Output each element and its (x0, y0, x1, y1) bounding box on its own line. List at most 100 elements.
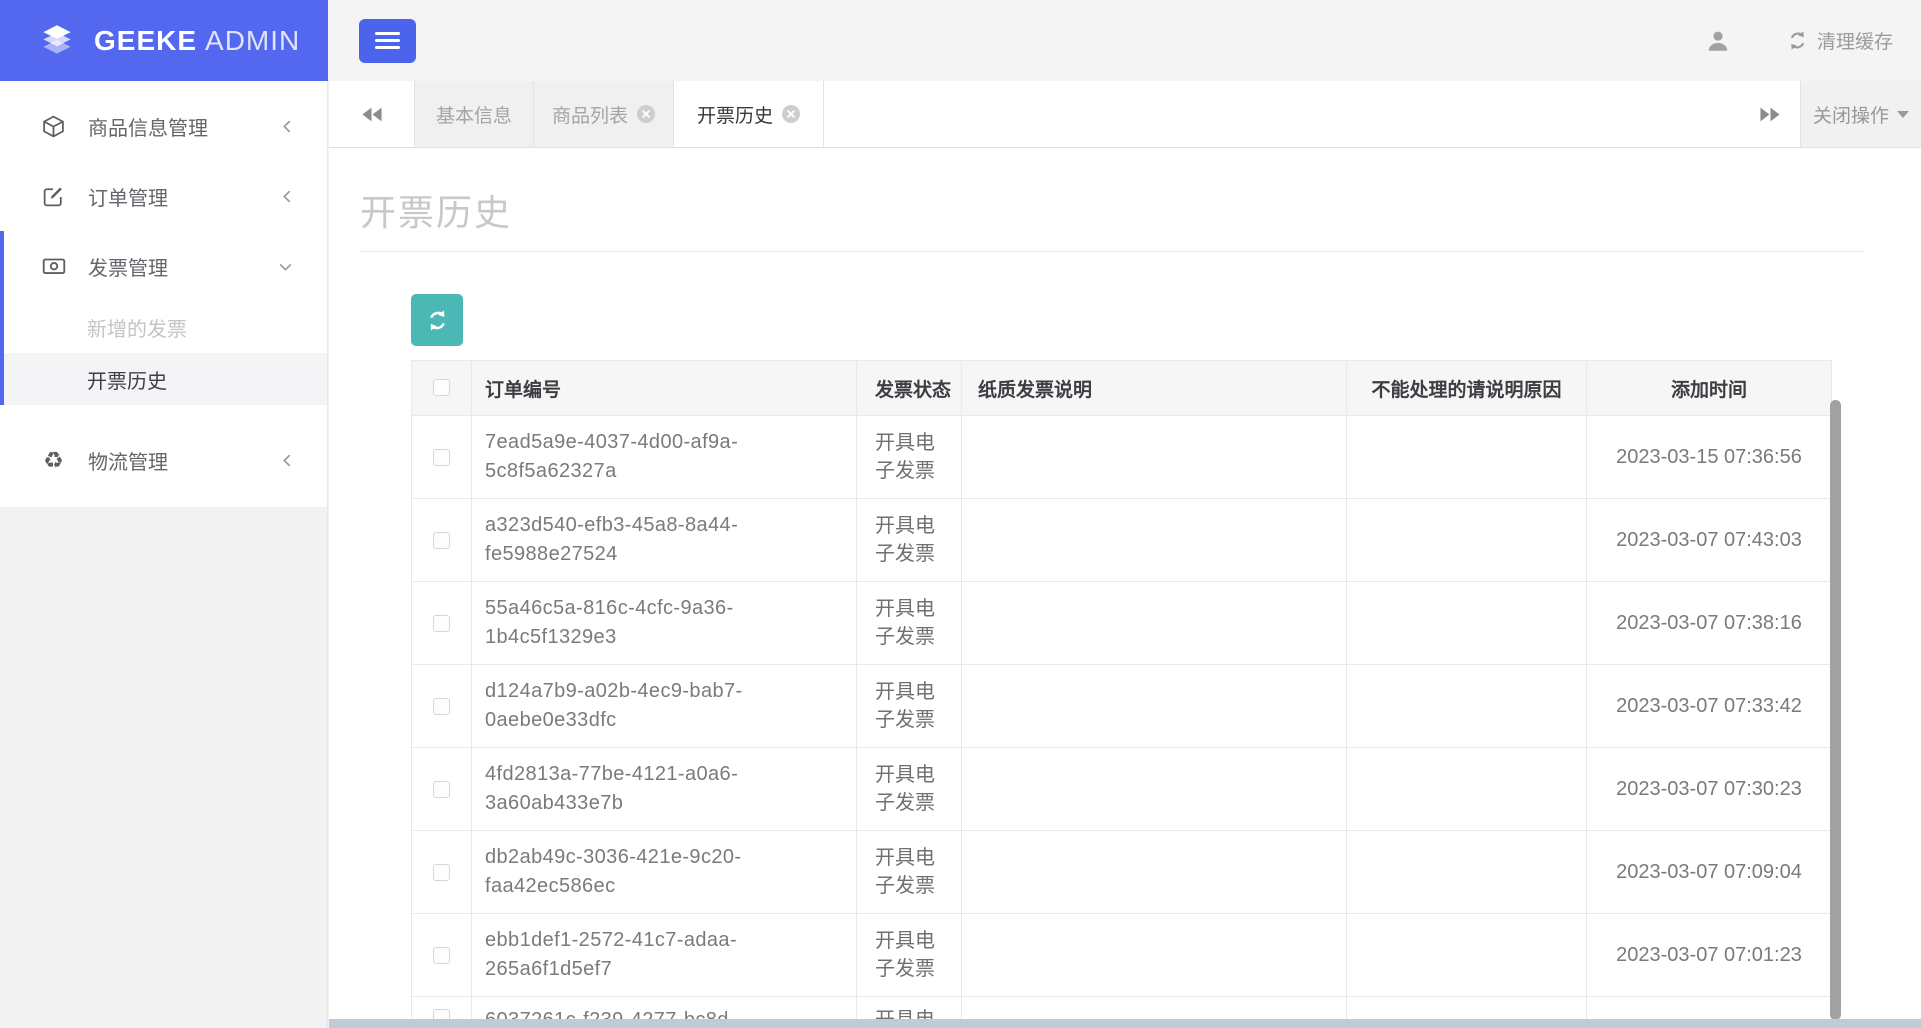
reason-cell (1346, 913, 1587, 997)
close-icon[interactable] (782, 105, 800, 123)
refresh-table-button[interactable] (411, 294, 463, 346)
order-id-cell: a323d540-efb3-45a8-8a44-fe5988e27524 (471, 498, 857, 582)
row-checkbox[interactable] (433, 946, 450, 964)
close-operations-dropdown[interactable]: 关闭操作 (1800, 81, 1921, 147)
user-icon (1708, 31, 1728, 51)
invoice-status-text: 开具电子发票 (875, 764, 935, 814)
hamburger-icon (375, 32, 400, 35)
sync-icon (1790, 31, 1805, 50)
invoice-status-cell: 开具电子发票 (856, 913, 962, 997)
page-title: 开票历史 (360, 192, 513, 233)
horizontal-scrollbar[interactable] (329, 1019, 1921, 1028)
tab-bar-spacer (824, 81, 1740, 147)
app-title-bold: GEEKE (94, 24, 198, 56)
tab-invoice-history[interactable]: 开票历史 (674, 81, 824, 147)
clear-cache-button[interactable]: 清理缓存 (1787, 27, 1893, 54)
added-time-cell: 2023-03-07 07:43:03 (1586, 498, 1832, 582)
invoice-status-text: 开具电子发票 (875, 515, 935, 565)
tab-scroll-right-button[interactable] (1740, 81, 1800, 147)
row-checkbox-cell (411, 830, 472, 914)
order-id-text: a323d540-efb3-45a8-8a44-fe5988e27524 (485, 514, 739, 565)
select-all-checkbox[interactable] (433, 379, 450, 397)
table-row: 7ead5a9e-4037-4d00-af9a-5c8f5a62327a 开具电… (411, 415, 1832, 499)
reason-cell (1346, 830, 1587, 914)
reason-cell (1346, 415, 1587, 499)
row-checkbox[interactable] (433, 697, 450, 715)
sidebar-subitem-label: 开票历史 (87, 370, 167, 393)
row-checkbox[interactable] (433, 531, 450, 549)
invoice-status-cell: 开具电子发票 (856, 581, 962, 665)
main-content: 开票历史 订单编号 发票状态 纸质发票说明 不能处理的请说明原因 添加时间 7e… (329, 148, 1921, 1028)
row-checkbox[interactable] (433, 863, 450, 881)
paper-note-cell (961, 415, 1347, 499)
sidebar-item-label: 物流管理 (88, 451, 168, 474)
added-time-cell: 2023-03-07 07:33:42 (1586, 664, 1832, 748)
paper-note-cell (961, 498, 1347, 582)
table-body: 7ead5a9e-4037-4d00-af9a-5c8f5a62327a 开具电… (411, 415, 1832, 1028)
reason-cell (1346, 747, 1587, 831)
order-id-text: 55a46c5a-816c-4cfc-9a36-1b4c5f1329e3 (485, 597, 734, 648)
sidebar-menu: 商品信息管理 订单管理 发票管理 新增的发票 开票历史 ♻ 物流管理 (0, 81, 327, 507)
app-title: GEEKE ADMIN (94, 25, 300, 57)
sidebar-subitem-label: 新增的发票 (87, 318, 187, 341)
rewind-icon (361, 107, 382, 121)
tab-label: 商品列表 (551, 105, 628, 127)
row-checkbox[interactable] (433, 614, 450, 632)
sidebar-item-order-management[interactable]: 订单管理 (0, 161, 327, 231)
close-operations-label: 关闭操作 (1812, 105, 1889, 127)
tab-product-list[interactable]: 商品列表 (534, 81, 674, 147)
header-checkbox-cell (411, 360, 472, 416)
sidebar-subitem-new-invoices[interactable]: 新增的发票 (0, 301, 327, 353)
column-header-added-time: 添加时间 (1586, 360, 1832, 416)
paper-note-cell (961, 581, 1347, 665)
paper-note-cell (961, 747, 1347, 831)
tab-bar: 基本信息 商品列表 开票历史 关闭操作 (329, 81, 1921, 148)
order-id-cell: 7ead5a9e-4037-4d00-af9a-5c8f5a62327a (471, 415, 857, 499)
reason-cell (1346, 664, 1587, 748)
table-row: a323d540-efb3-45a8-8a44-fe5988e27524 开具电… (411, 498, 1832, 582)
row-checkbox-cell (411, 581, 472, 665)
sidebar-item-label: 商品信息管理 (88, 117, 208, 140)
order-id-text: 4fd2813a-77be-4121-a0a6-3a60ab433e7b (485, 763, 739, 814)
app-logo: GEEKE ADMIN (0, 0, 328, 81)
sidebar-item-product-info[interactable]: 商品信息管理 (0, 91, 327, 161)
caret-down-icon (1897, 110, 1909, 118)
paper-note-cell (961, 830, 1347, 914)
chevron-left-icon (280, 189, 293, 204)
row-checkbox[interactable] (433, 780, 450, 798)
invoice-status-cell: 开具电子发票 (856, 830, 962, 914)
added-time-cell: 2023-03-07 07:38:16 (1586, 581, 1832, 665)
column-header-order-id: 订单编号 (471, 360, 857, 416)
added-time-cell: 2023-03-07 07:30:23 (1586, 747, 1832, 831)
table-header-row: 订单编号 发票状态 纸质发票说明 不能处理的请说明原因 添加时间 (411, 360, 1832, 416)
recycle-icon: ♻ (43, 446, 64, 473)
user-menu-button[interactable] (1705, 28, 1731, 54)
invoice-status-text: 开具电子发票 (875, 432, 935, 482)
reason-cell (1346, 581, 1587, 665)
tab-scroll-left-button[interactable] (329, 81, 414, 147)
added-time-cell: 2023-03-07 07:01:23 (1586, 913, 1832, 997)
order-id-text: d124a7b9-a02b-4ec9-bab7-0aebe0e33dfc (485, 680, 743, 731)
sidebar-group-invoice: 发票管理 新增的发票 开票历史 (0, 231, 327, 405)
title-divider (360, 251, 1864, 252)
tab-basic-info[interactable]: 基本信息 (414, 81, 534, 147)
layers-icon (43, 24, 71, 54)
banknote-icon (40, 253, 67, 279)
invoice-status-cell: 开具电子发票 (856, 664, 962, 748)
sidebar-item-logistics[interactable]: ♻ 物流管理 (0, 425, 327, 495)
row-checkbox-cell (411, 913, 472, 997)
row-checkbox-cell (411, 664, 472, 748)
row-checkbox-cell (411, 415, 472, 499)
close-icon[interactable] (637, 105, 655, 123)
order-id-cell: db2ab49c-3036-421e-9c20-faa42ec586ec (471, 830, 857, 914)
order-id-text: 7ead5a9e-4037-4d00-af9a-5c8f5a62327a (485, 431, 739, 482)
sidebar-subitem-invoice-history[interactable]: 开票历史 (0, 353, 327, 405)
row-checkbox-cell (411, 498, 472, 582)
invoice-status-text: 开具电子发票 (875, 681, 935, 731)
column-header-reason: 不能处理的请说明原因 (1346, 360, 1587, 416)
sidebar-toggle-button[interactable] (359, 18, 416, 63)
vertical-scrollbar[interactable] (1830, 400, 1841, 1020)
order-id-cell: d124a7b9-a02b-4ec9-bab7-0aebe0e33dfc (471, 664, 857, 748)
sidebar-item-invoice-management[interactable]: 发票管理 (0, 231, 327, 301)
row-checkbox[interactable] (433, 448, 450, 466)
